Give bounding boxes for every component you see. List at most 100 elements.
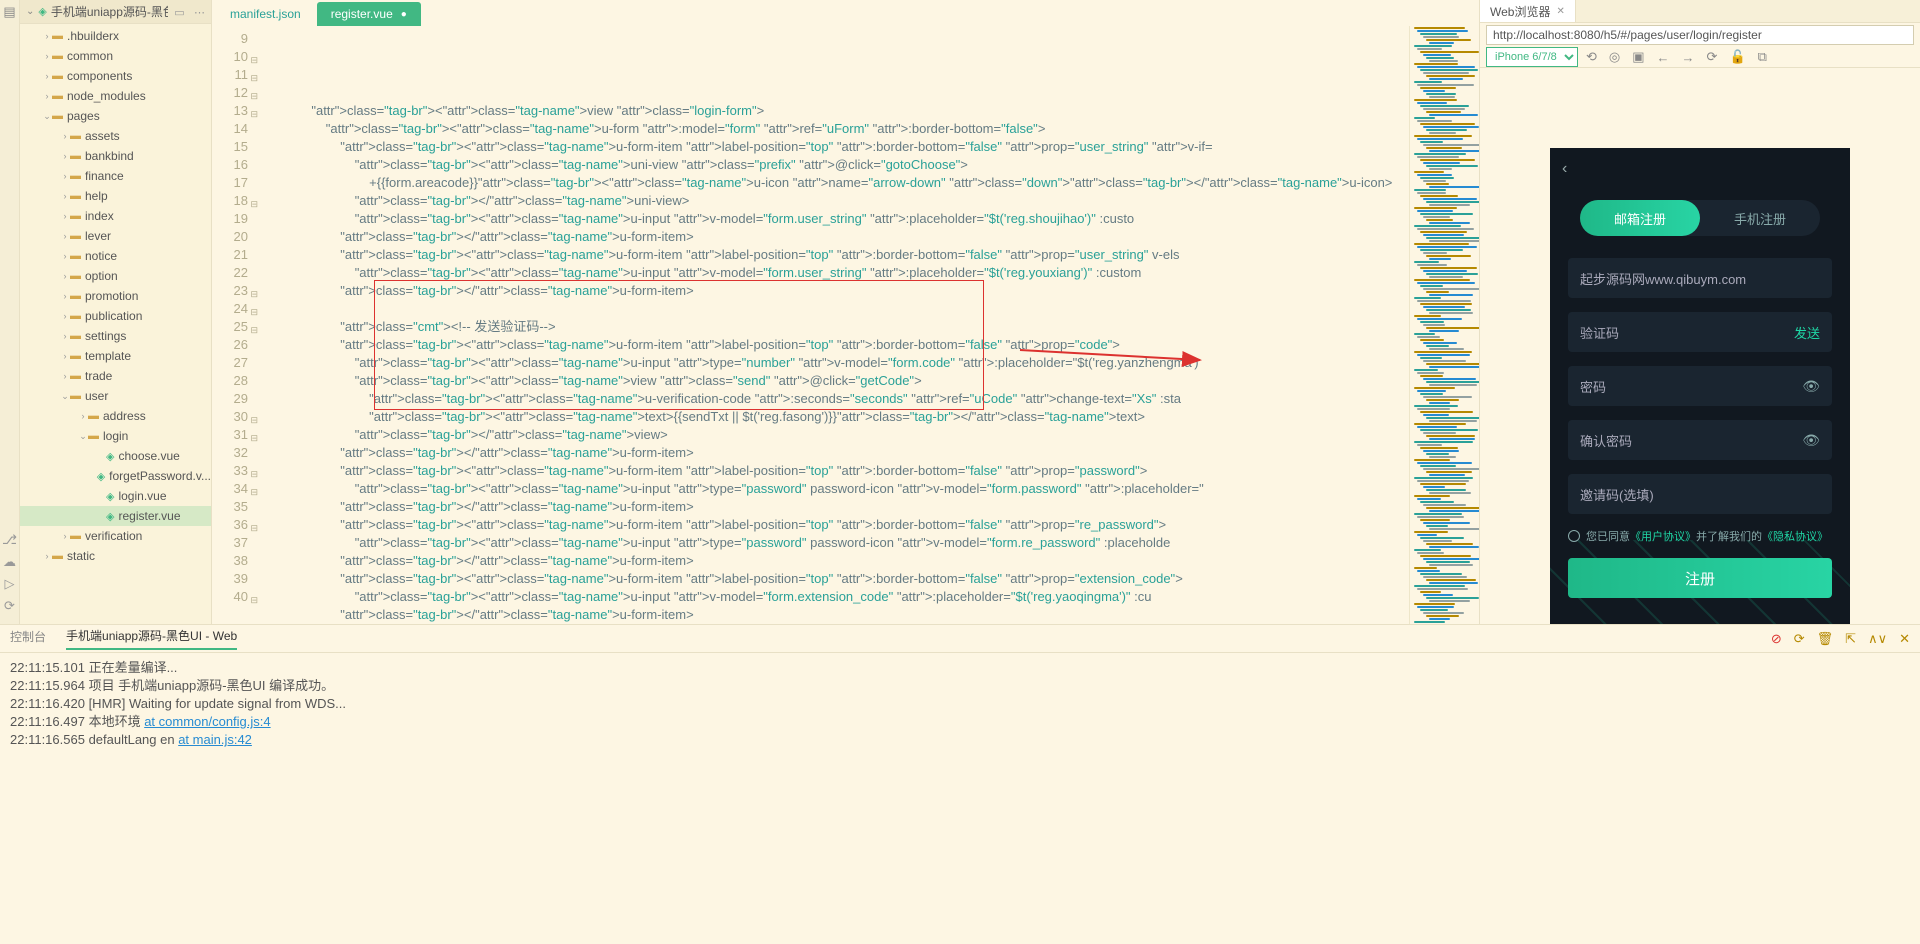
folder-item[interactable]: ›▬trade: [20, 366, 211, 386]
preview-tab-label: Web浏览器: [1490, 3, 1550, 20]
folder-item[interactable]: ›▬assets: [20, 126, 211, 146]
run-icon[interactable]: ▷: [0, 576, 19, 592]
chevron-icon: ›: [60, 191, 70, 201]
chevron-icon: ›: [42, 71, 52, 81]
eye-icon[interactable]: 👁: [1802, 378, 1820, 395]
folder-item[interactable]: ›▬notice: [20, 246, 211, 266]
back-icon[interactable]: ‹: [1562, 160, 1567, 178]
screenshot-icon[interactable]: ◎: [1605, 49, 1624, 65]
console-link[interactable]: at main.js:42: [178, 732, 252, 747]
password-field[interactable]: 密码 👁: [1568, 366, 1832, 406]
chevron-icon: ›: [60, 151, 70, 161]
console-link[interactable]: at common/config.js:4: [144, 714, 270, 729]
folder-icon: ▬: [88, 430, 99, 442]
radio-icon[interactable]: [1568, 530, 1580, 542]
stop-icon[interactable]: ⊘: [1771, 631, 1782, 647]
file-item[interactable]: ◈register.vue: [20, 506, 211, 526]
tab-register[interactable]: register.vue ●: [317, 2, 421, 26]
folder-item[interactable]: ›▬common: [20, 46, 211, 66]
url-input[interactable]: [1486, 25, 1914, 45]
folder-item[interactable]: ›▬settings: [20, 326, 211, 346]
preview-tab[interactable]: Web浏览器 ✕: [1480, 0, 1576, 22]
tree-label: assets: [85, 129, 120, 143]
forward-icon[interactable]: →: [1678, 50, 1699, 65]
devtools-icon[interactable]: ⧉: [1754, 49, 1771, 65]
privacy-link[interactable]: 《隐私协议》: [1762, 528, 1828, 544]
confirm-password-field[interactable]: 确认密码 👁: [1568, 420, 1832, 460]
folder-item[interactable]: ›▬bankbind: [20, 146, 211, 166]
back-icon[interactable]: ←: [1653, 50, 1674, 65]
folder-item[interactable]: ›▬verification: [20, 526, 211, 546]
file-item[interactable]: ◈login.vue: [20, 486, 211, 506]
export-icon[interactable]: ⇱: [1845, 631, 1856, 647]
tab-phone-register[interactable]: 手机注册: [1700, 200, 1820, 236]
file-item[interactable]: ◈choose.vue: [20, 446, 211, 466]
folder-item[interactable]: ›▬option: [20, 266, 211, 286]
folder-item[interactable]: ›▬index: [20, 206, 211, 226]
tree-label: pages: [67, 109, 100, 123]
console-tab-active[interactable]: 手机端uniapp源码-黑色UI - Web: [66, 627, 237, 650]
file-explorer: ⌄ ◈ 手机端uniapp源码-黑色UI ▭ ⋯ ›▬.hbuilderx›▬c…: [20, 0, 212, 624]
chevron-icon: ›: [60, 531, 70, 541]
folder-icon: ▬: [52, 550, 63, 562]
tree-label: static: [67, 549, 95, 563]
send-code-button[interactable]: 发送: [1794, 323, 1820, 342]
file-item[interactable]: ◈forgetPassword.v...: [20, 466, 211, 486]
code-field[interactable]: 验证码 发送: [1568, 312, 1832, 352]
open-icon[interactable]: ▣: [1628, 49, 1648, 65]
tab-email-register[interactable]: 邮箱注册: [1580, 200, 1700, 236]
folder-item[interactable]: ⌄▬login: [20, 426, 211, 446]
cloud-icon[interactable]: ☁: [0, 554, 19, 570]
folder-icon: ▬: [70, 250, 81, 262]
tab-manifest[interactable]: manifest.json: [216, 2, 315, 26]
code-area[interactable]: "attr">class="tag-br"><"attr">class="tag…: [254, 26, 1409, 624]
close-icon[interactable]: ✕: [1556, 6, 1564, 17]
folder-item[interactable]: ›▬lever: [20, 226, 211, 246]
folder-icon: ▬: [70, 170, 81, 182]
device-select[interactable]: iPhone 6/7/8: [1486, 47, 1578, 67]
chevron-icon: ›: [78, 411, 88, 421]
restart-icon[interactable]: ⟳: [1794, 631, 1805, 647]
minimap[interactable]: [1409, 26, 1479, 624]
console-tab[interactable]: 控制台: [10, 628, 46, 649]
lock-icon[interactable]: 🔓: [1725, 49, 1749, 65]
refresh-icon[interactable]: ⟳: [0, 598, 19, 614]
register-button[interactable]: 注册: [1568, 558, 1832, 598]
chevron-icon: ›: [42, 31, 52, 41]
rotate-icon[interactable]: ⟲: [1582, 49, 1601, 65]
eye-icon[interactable]: 👁: [1802, 432, 1820, 449]
invite-code-field[interactable]: 邀请码(选填): [1568, 474, 1832, 514]
user-agreement-link[interactable]: 《用户协议》: [1630, 528, 1696, 544]
collapse-icon[interactable]: ⌄: [26, 6, 34, 17]
folder-item[interactable]: ›▬promotion: [20, 286, 211, 306]
explorer-icon[interactable]: ▤: [0, 4, 19, 20]
tree-label: address: [103, 409, 146, 423]
editor: manifest.json register.vue ● 910⊟11⊟12⊟1…: [212, 0, 1480, 624]
folder-item[interactable]: ›▬help: [20, 186, 211, 206]
close-icon[interactable]: ✕: [1899, 631, 1910, 647]
filter-icon[interactable]: ∧∨: [1868, 631, 1887, 647]
folder-item[interactable]: ›▬static: [20, 546, 211, 566]
folder-item[interactable]: ⌄▬user: [20, 386, 211, 406]
folder-item[interactable]: ⌄▬pages: [20, 106, 211, 126]
close-icon[interactable]: ●: [401, 9, 407, 20]
file-tree: ›▬.hbuilderx›▬common›▬components›▬node_m…: [20, 24, 211, 568]
clear-icon[interactable]: 🗑: [1817, 631, 1834, 647]
folder-item[interactable]: ›▬address: [20, 406, 211, 426]
email-field[interactable]: 起步源码网www.qibuym.com: [1568, 258, 1832, 298]
folder-item[interactable]: ›▬publication: [20, 306, 211, 326]
chevron-icon: ⌄: [42, 111, 52, 122]
agreement-row[interactable]: 您已同意 《用户协议》 并了解我们的 《隐私协议》: [1568, 528, 1832, 544]
folder-icon: ▬: [70, 330, 81, 342]
folder-item[interactable]: ›▬node_modules: [20, 86, 211, 106]
collapse-all-icon[interactable]: ▭: [174, 7, 184, 19]
folder-item[interactable]: ›▬template: [20, 346, 211, 366]
folder-item[interactable]: ›▬components: [20, 66, 211, 86]
folder-item[interactable]: ›▬.hbuilderx: [20, 26, 211, 46]
git-icon[interactable]: ⎇: [0, 532, 19, 548]
more-icon[interactable]: ⋯: [194, 7, 205, 19]
reload-icon[interactable]: ⟳: [1703, 49, 1722, 65]
folder-item[interactable]: ›▬finance: [20, 166, 211, 186]
chevron-icon: ⌄: [78, 431, 88, 442]
tree-label: promotion: [85, 289, 138, 303]
